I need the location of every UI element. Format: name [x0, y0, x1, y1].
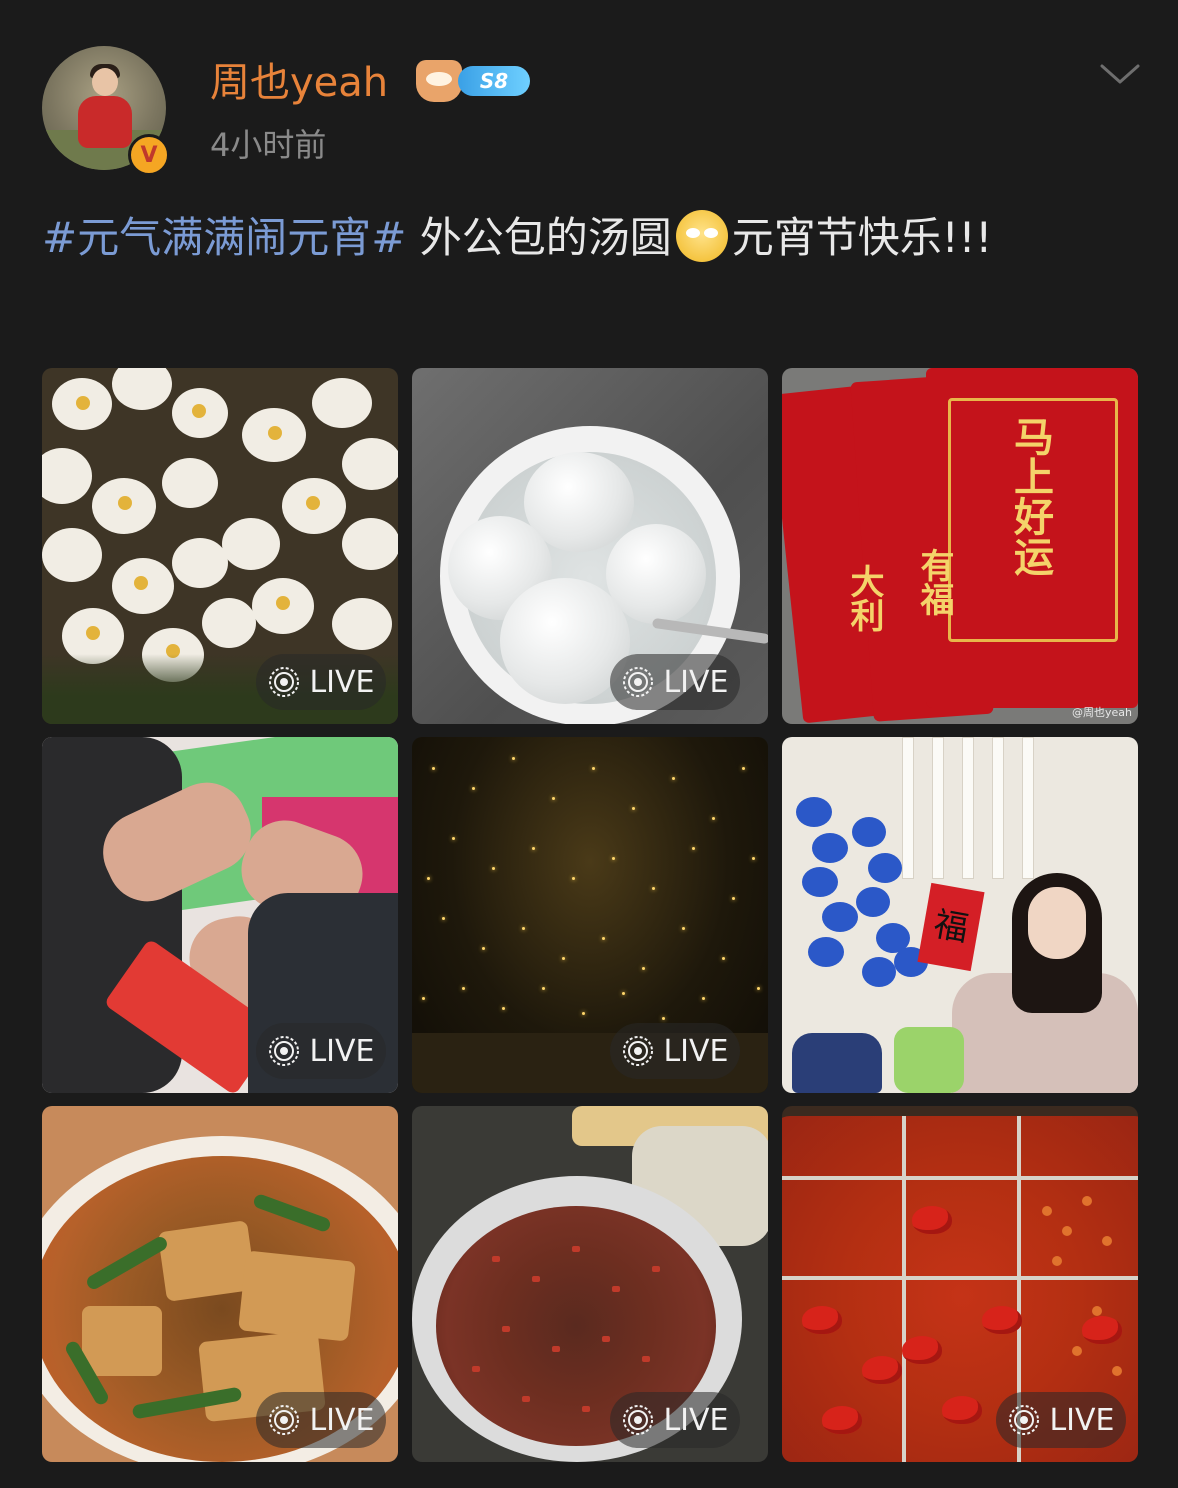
live-badge[interactable]: LIVE	[996, 1392, 1126, 1448]
photo-tangyuan[interactable]: LIVE	[412, 368, 768, 724]
post-body: #元气满满闹元宵# 外公包的汤圆 元宵节快乐!!!	[42, 204, 1002, 272]
live-photo-icon	[623, 667, 654, 697]
live-photo-icon	[623, 1405, 654, 1435]
photo-hotpot[interactable]: LIVE	[782, 1106, 1138, 1462]
live-label: LIVE	[309, 1033, 375, 1069]
live-photo-icon	[623, 1036, 654, 1066]
photo-spicy-chicken[interactable]: LIVE	[412, 1106, 768, 1462]
emoji-face	[675, 210, 728, 262]
photo-braised-dish[interactable]: LIVE	[42, 1106, 398, 1462]
photo-orchids[interactable]: LIVE	[42, 368, 398, 724]
live-badge[interactable]: LIVE	[610, 1392, 740, 1448]
live-photo-icon	[269, 1036, 300, 1066]
photo-woman-orchids[interactable]: 福	[782, 737, 1138, 1093]
live-badge[interactable]: LIVE	[256, 1023, 386, 1079]
watermark: @周也yeah	[1072, 706, 1132, 719]
live-label: LIVE	[663, 664, 729, 700]
level-badge-label: S8	[458, 66, 530, 96]
level-badge-icon[interactable]: S8	[416, 58, 530, 104]
live-label: LIVE	[309, 664, 375, 700]
photo-hands-crafting[interactable]: LIVE	[42, 737, 398, 1093]
envelope-text-3: 大利	[844, 564, 884, 632]
live-label: LIVE	[663, 1402, 729, 1438]
live-badge[interactable]: LIVE	[256, 654, 386, 710]
avatar-figure-head	[92, 68, 118, 96]
envelope-text-main: 马上好运	[1007, 416, 1053, 576]
live-photo-icon	[1009, 1405, 1040, 1435]
post-timestamp: 4小时前	[210, 126, 327, 164]
photo-iron-fireworks[interactable]: LIVE	[412, 737, 768, 1093]
fu-decoration: 福	[917, 882, 985, 972]
live-photo-icon	[269, 1405, 300, 1435]
avatar-figure-body	[78, 96, 132, 148]
photo-red-envelopes[interactable]: 马上好运 有福 大利 @周也yeah	[782, 368, 1138, 724]
chevron-down-icon[interactable]	[1098, 58, 1142, 92]
live-label: LIVE	[1049, 1402, 1115, 1438]
envelope-text-2: 有福	[914, 548, 954, 616]
live-label: LIVE	[309, 1402, 375, 1438]
live-photo-icon	[269, 667, 300, 697]
hashtag-link[interactable]: #元气满满闹元宵#	[42, 213, 406, 262]
verified-v-icon: V	[128, 134, 170, 176]
live-badge[interactable]: LIVE	[256, 1392, 386, 1448]
post-text-part-1: 外公包的汤圆	[406, 213, 672, 262]
post-text-part-2: 元宵节快乐!!!	[731, 213, 993, 262]
image-grid: LIVE LIVE 马上好运 有福 大利 @周也yeah LIVE LIVE 福…	[42, 368, 1138, 1462]
username[interactable]: 周也yeah	[210, 58, 388, 108]
live-label: LIVE	[663, 1033, 729, 1069]
live-badge[interactable]: LIVE	[610, 654, 740, 710]
live-badge[interactable]: LIVE	[610, 1023, 740, 1079]
level-cup-icon	[416, 60, 462, 102]
